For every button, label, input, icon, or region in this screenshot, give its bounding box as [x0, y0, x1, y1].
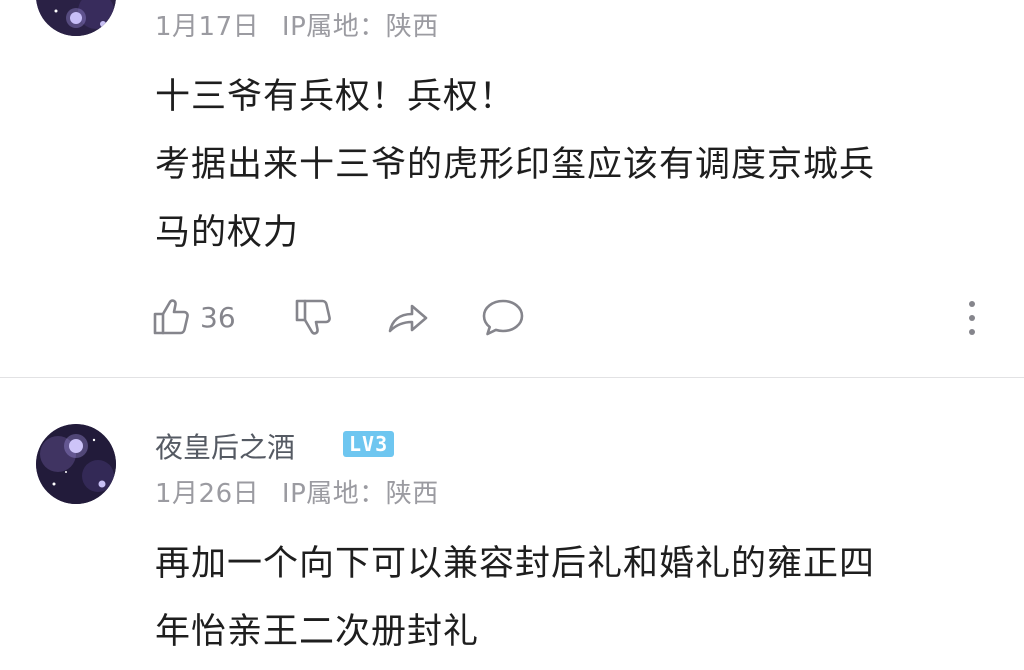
- thumbs-down-icon: [295, 299, 331, 335]
- comment-date: 1月17日: [155, 12, 260, 42]
- divider: [0, 377, 1024, 378]
- comment-line: 十三爷有兵权！兵权！: [155, 77, 516, 117]
- galaxy-avatar-image: [36, 424, 116, 504]
- comment-content: 十三爷有兵权！兵权！ 考据出来十三爷的虎形印玺应该有调度京城兵 马的权力: [155, 63, 875, 267]
- comment-icon: [482, 299, 524, 336]
- username[interactable]: 夜皇后之酒: [155, 426, 295, 466]
- dislike-button[interactable]: [292, 293, 336, 341]
- like-count: 36: [200, 300, 236, 334]
- comment-content: 再加一个向下可以兼容封后礼和婚礼的雍正四 年怡亲王二次册封礼: [155, 530, 875, 666]
- comment-line: 再加一个向下可以兼容封后礼和婚礼的雍正四: [155, 544, 876, 584]
- avatar[interactable]: [36, 0, 116, 36]
- comment-line: 年怡亲王二次册封礼: [155, 612, 480, 652]
- more-vertical-icon: [969, 301, 975, 335]
- galaxy-avatar-image: [36, 0, 116, 36]
- comment-line: 马的权力: [155, 213, 300, 253]
- avatar[interactable]: [36, 424, 116, 504]
- share-button[interactable]: [384, 293, 432, 341]
- share-icon: [388, 304, 428, 333]
- like-button[interactable]: 36: [150, 293, 236, 341]
- reply-button[interactable]: [480, 293, 526, 341]
- ip-location: IP属地：陕西: [281, 12, 439, 42]
- ip-location: IP属地：陕西: [281, 479, 439, 509]
- more-button[interactable]: [962, 298, 982, 338]
- level-badge: LV3: [343, 431, 395, 457]
- comment-list: 1月17日 IP属地：陕西 十三爷有兵权！兵权！ 考据出来十三爷的虎形印玺应该有…: [0, 0, 1024, 670]
- comment-date: 1月26日: [155, 479, 260, 509]
- comment-meta: 1月26日 IP属地：陕西: [155, 473, 439, 510]
- comment-meta: 1月17日 IP属地：陕西: [155, 6, 439, 43]
- thumbs-up-icon: [153, 299, 189, 335]
- comment-line: 考据出来十三爷的虎形印玺应该有调度京城兵: [155, 145, 876, 185]
